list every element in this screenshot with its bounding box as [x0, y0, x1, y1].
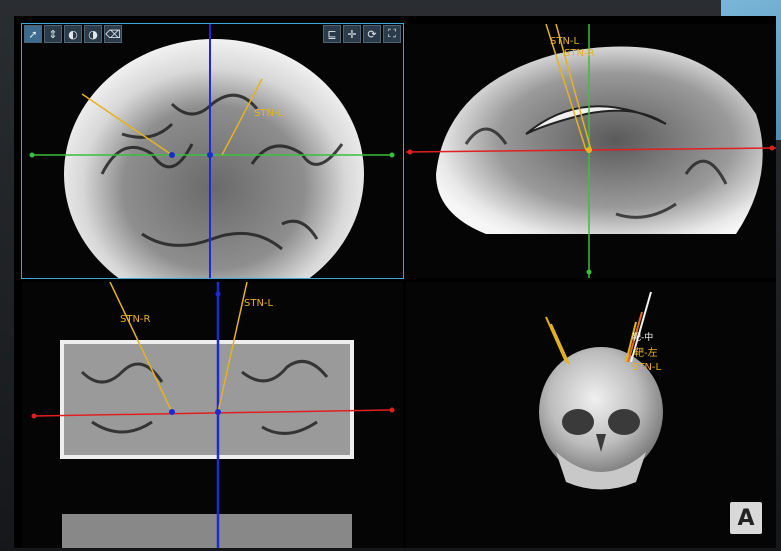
window-level-icon[interactable]: ◑: [84, 25, 102, 43]
label-stn-r: STN-R: [120, 314, 151, 325]
sagittal-viewport[interactable]: STN-L STN-R: [406, 24, 776, 278]
crosshair-icon[interactable]: ✛: [343, 25, 361, 43]
label-target-left: 靶-左: [634, 346, 658, 359]
orientation-badge[interactable]: A: [730, 502, 762, 534]
fullscreen-icon[interactable]: ⛶: [383, 25, 401, 43]
planning-screen: STN-L ➚ ⇕ ◐ ◑ ⌫ ⊑ ✛ ⟳ ⛶ STN-L STN-R STN-…: [14, 16, 776, 548]
label-stn-l: STN-L: [254, 108, 284, 119]
brain-slice-coronal: [62, 342, 352, 457]
pointer-icon[interactable]: ➚: [24, 25, 42, 43]
crosshair-handle-right[interactable]: [389, 407, 395, 413]
coronal-viewport[interactable]: STN-R STN-L: [22, 282, 403, 548]
coronal-image: STN-R STN-L: [31, 282, 395, 548]
axial-image: STN-L: [29, 24, 395, 278]
toolbar-right-group: ⊑ ✛ ⟳ ⛶: [321, 24, 403, 44]
crosshair-handle-bottom[interactable]: [586, 269, 592, 275]
sagittal-image: STN-L STN-R: [406, 24, 776, 278]
label-stn-l: STN-L: [244, 298, 274, 309]
crosshair-center[interactable]: [207, 152, 213, 158]
brain-slice-axial: [64, 39, 364, 278]
orbit-right: [562, 409, 594, 435]
label-stn-r: STN-R: [564, 48, 595, 59]
measure-icon[interactable]: ⊑: [323, 25, 341, 43]
crosshair-handle-left[interactable]: [29, 152, 35, 158]
target-right[interactable]: [169, 409, 175, 415]
crosshair-handle-right[interactable]: [389, 152, 395, 158]
pan-icon[interactable]: ⇕: [44, 25, 62, 43]
reset-icon[interactable]: ⟳: [363, 25, 381, 43]
trajectory-3d-right[interactable]: [545, 316, 567, 363]
crosshair-handle-top[interactable]: [215, 291, 221, 297]
target-left[interactable]: [215, 409, 221, 415]
label-stn-l: STN-L: [550, 36, 580, 47]
target-right[interactable]: [169, 152, 175, 158]
toolbar-left-group: ➚ ⇕ ◐ ◑ ⌫: [22, 24, 124, 44]
crosshair-handle-left[interactable]: [407, 149, 413, 155]
rotate-icon[interactable]: ◐: [64, 25, 82, 43]
trajectory-3d-right-2[interactable]: [550, 323, 570, 365]
viewport-toolbar: ➚ ⇕ ◐ ◑ ⌫ ⊑ ✛ ⟳ ⛶: [22, 24, 403, 44]
brain-slice-lower: [62, 514, 352, 548]
render-3d-viewport[interactable]: 靶-中 靶-左 STN-L A: [406, 282, 776, 548]
crosshair-handle-right[interactable]: [769, 145, 775, 151]
brain-slice-sagittal: [436, 46, 763, 234]
skull-3d-render: 靶-中 靶-左 STN-L: [539, 291, 663, 490]
orbit-left: [608, 409, 640, 435]
axial-viewport[interactable]: STN-L ➚ ⇕ ◐ ◑ ⌫ ⊑ ✛ ⟳ ⛶: [21, 23, 404, 279]
eraser-icon[interactable]: ⌫: [104, 25, 122, 43]
label-target-mid: 靶-中: [632, 331, 653, 343]
crosshair-handle-left[interactable]: [31, 413, 37, 419]
label-stn-l-3d: STN-L: [632, 362, 662, 373]
